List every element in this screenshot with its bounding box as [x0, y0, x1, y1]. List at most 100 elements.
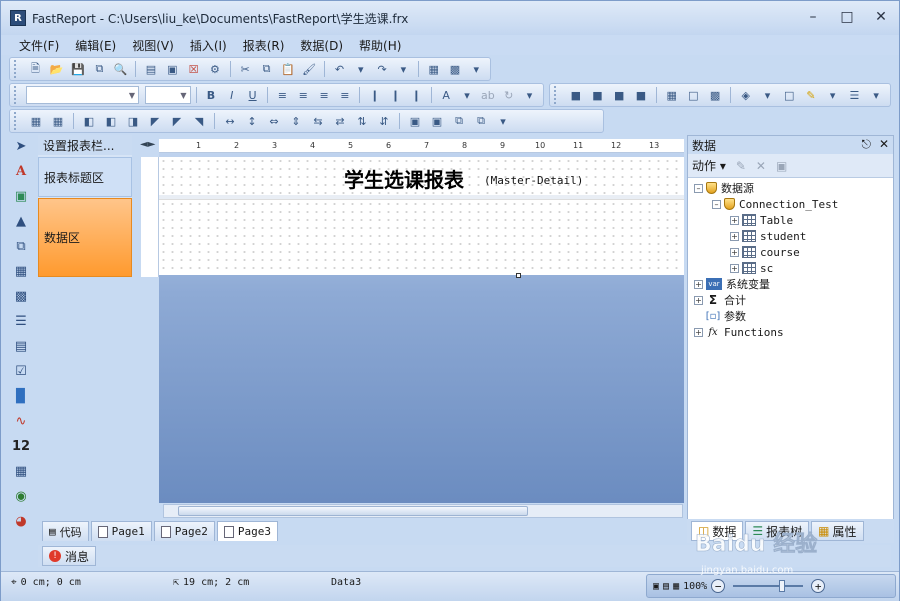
cut-icon[interactable]: ✂ [236, 60, 255, 78]
configure-bands-button[interactable]: 设置报表栏... [38, 135, 132, 155]
zoom-out-icon[interactable]: − [711, 579, 726, 593]
toolbar-options-icon[interactable]: ▾ [520, 86, 539, 104]
font-color-icon[interactable]: A [437, 86, 456, 104]
border-none-icon[interactable]: □ [684, 86, 704, 104]
tree-node-totals[interactable]: + Σ 合计 [688, 292, 893, 308]
increase-h-space-icon[interactable]: ⇆ [308, 112, 328, 130]
border-left-icon[interactable]: ■ [609, 86, 629, 104]
gauge-object-icon[interactable]: ◕ [12, 512, 30, 531]
rotate-icon[interactable]: ↻ [499, 86, 518, 104]
menu-view[interactable]: 视图(V) [124, 37, 182, 54]
data-band[interactable]: 数据区 [38, 198, 132, 277]
menu-help[interactable]: 帮助(H) [351, 37, 409, 54]
barcode-object-icon[interactable]: ☰ [12, 312, 30, 331]
valign-top-icon[interactable]: ❙ [365, 86, 384, 104]
report-subtitle-text[interactable]: (Master-Detail) [484, 174, 583, 187]
align-lefts-icon[interactable]: ◧ [79, 112, 99, 130]
save-all-icon[interactable]: ⧉ [90, 60, 109, 78]
center-vertically-icon[interactable]: ▣ [427, 112, 447, 130]
align-rights-icon[interactable]: ◨ [123, 112, 143, 130]
collapse-icon[interactable]: – [712, 199, 721, 209]
border-bottom-icon[interactable]: ■ [588, 86, 608, 104]
shape-object-icon[interactable]: ▲ [12, 212, 30, 231]
menu-edit[interactable]: 编辑(E) [67, 37, 124, 54]
tab-page1[interactable]: Page1 [90, 521, 152, 541]
pointer-icon[interactable]: ➤ [12, 137, 30, 156]
align-left-icon[interactable]: ≡ [273, 86, 292, 104]
zoom-slider[interactable] [733, 580, 804, 592]
fill-color-icon[interactable]: ◈ [736, 86, 756, 104]
toolbar-grip[interactable] [14, 60, 22, 78]
expand-icon[interactable]: + [694, 327, 703, 337]
paste-icon[interactable]: 📋 [278, 60, 297, 78]
horizontal-scrollbar[interactable] [163, 504, 683, 518]
line-color-dropdown-icon[interactable]: ▾ [823, 86, 843, 104]
map-object-icon[interactable]: ◉ [12, 487, 30, 506]
toolbar-grip[interactable] [554, 86, 562, 104]
align-right-icon[interactable]: ≡ [315, 86, 334, 104]
richtext-object-icon[interactable]: ▤ [12, 337, 30, 356]
tab-page2[interactable]: Page2 [153, 521, 215, 541]
tree-node-sc[interactable]: + sc [688, 260, 893, 276]
expand-icon[interactable]: + [694, 295, 703, 305]
ungroup-icon[interactable]: ▩ [445, 60, 464, 78]
align-center-icon[interactable]: ≡ [294, 86, 313, 104]
menu-data[interactable]: 数据(D) [292, 37, 351, 54]
whole-page-icon[interactable]: ▤ [663, 581, 669, 592]
tab-report-tree[interactable]: ☰ 报表树 [745, 521, 810, 541]
redo-icon[interactable]: ↷ [372, 60, 391, 78]
fill-dropdown-icon[interactable]: ▾ [758, 86, 778, 104]
copy-icon[interactable]: ⧉ [257, 60, 276, 78]
checkbox-object-icon[interactable]: ☑ [12, 362, 30, 381]
menu-report[interactable]: 报表(R) [235, 37, 293, 54]
border-right-icon[interactable]: ■ [631, 86, 651, 104]
format-painter-icon[interactable]: 🖌 [299, 60, 318, 78]
expand-icon[interactable]: + [730, 231, 739, 241]
font-color-dropdown-icon[interactable]: ▾ [458, 86, 477, 104]
undo-dropdown-icon[interactable]: ▾ [351, 60, 370, 78]
send-to-back-icon[interactable]: ⧉ [471, 112, 491, 130]
toolbar-grip[interactable] [14, 86, 22, 104]
new-dialog-icon[interactable]: ▣ [163, 60, 182, 78]
border-top-icon[interactable]: ■ [566, 86, 586, 104]
align-to-grid-icon[interactable]: ▦ [26, 112, 46, 130]
expand-icon[interactable]: + [730, 215, 739, 225]
text-object-icon[interactable]: A [12, 162, 30, 181]
subreport-object-icon[interactable]: ⧉ [12, 237, 30, 256]
cellular-text-icon[interactable]: ▦ [12, 462, 30, 481]
align-tops-icon[interactable]: ◤ [145, 112, 165, 130]
line-width-dropdown-icon[interactable]: ▾ [866, 86, 886, 104]
preview-icon[interactable]: 🔍 [111, 60, 130, 78]
toolbar-options-icon[interactable]: ▾ [467, 60, 486, 78]
tree-node-datasource[interactable]: – 数据源 [688, 180, 893, 196]
font-name-select[interactable]: ▼ [25, 86, 140, 104]
justify-icon[interactable]: ≡ [335, 86, 354, 104]
matrix-object-icon[interactable]: ▩ [12, 287, 30, 306]
view-icon[interactable]: ▣ [776, 159, 787, 173]
maximize-button[interactable]: □ [839, 9, 855, 25]
tree-node-functions[interactable]: + fx Functions [688, 324, 893, 340]
messages-tab[interactable]: ! 消息 [42, 546, 97, 566]
increase-v-space-icon[interactable]: ⇅ [352, 112, 372, 130]
expand-icon[interactable]: + [730, 263, 739, 273]
bold-icon[interactable]: B [201, 86, 220, 104]
save-icon[interactable]: 💾 [68, 60, 87, 78]
new-icon[interactable]: 🗎 [26, 60, 45, 78]
undo-icon[interactable]: ↶ [330, 60, 349, 78]
minimize-button[interactable]: – [805, 9, 821, 25]
tree-node-params[interactable]: [▫] 参数 [688, 308, 893, 324]
bring-to-front-icon[interactable]: ⧉ [449, 112, 469, 130]
new-page-icon[interactable]: ▤ [141, 60, 160, 78]
report-title-band[interactable]: 报表标题区 [38, 157, 132, 197]
align-bottoms-icon[interactable]: ◥ [189, 112, 209, 130]
redo-dropdown-icon[interactable]: ▾ [394, 60, 413, 78]
tree-node-table[interactable]: + Table [688, 212, 893, 228]
chart-object-icon[interactable]: ▉ [12, 387, 30, 406]
table-object-icon[interactable]: ▦ [12, 262, 30, 281]
open-icon[interactable]: 📂 [47, 60, 66, 78]
align-middles-icon[interactable]: ◤ [167, 112, 187, 130]
delete-icon[interactable]: ✕ [756, 159, 766, 173]
group-icon[interactable]: ▦ [424, 60, 443, 78]
italic-icon[interactable]: I [222, 86, 241, 104]
zoom-in-icon[interactable]: + [811, 579, 826, 593]
